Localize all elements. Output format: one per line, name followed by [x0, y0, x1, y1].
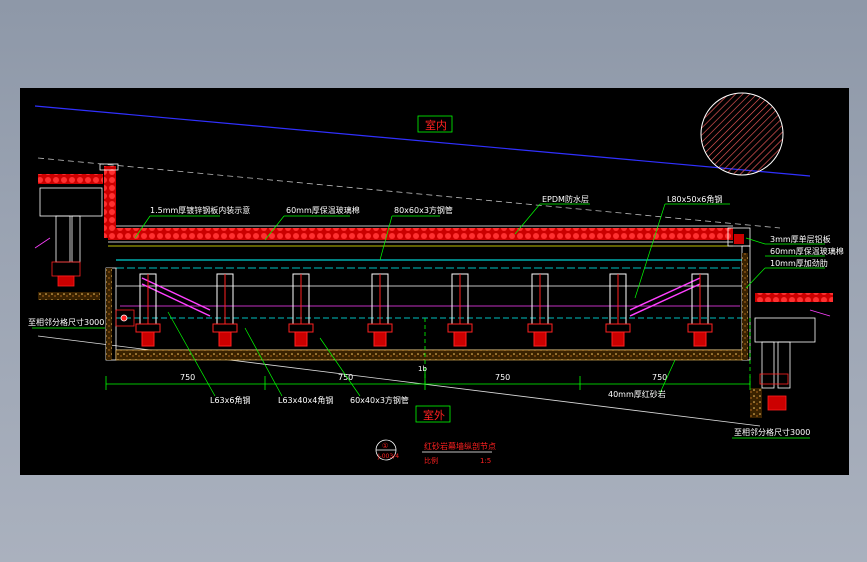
- left-parapet-insulation: [38, 174, 103, 184]
- note-aluminum-sheet: 3mm厚单层铝板: [770, 234, 831, 244]
- sloped-roof-line: [34, 105, 811, 177]
- note-epdm: EPDM防水层: [542, 194, 589, 204]
- dim-4: 750: [652, 373, 667, 382]
- left-side-assembly: [34, 187, 135, 327]
- note-angle-top: L80x50x6角钢: [667, 194, 722, 204]
- note-angle-l63-40-4: L63x40x4角钢: [278, 395, 333, 405]
- note-steel-sheet: 1.5mm厚镀锌钢板内装示意: [150, 205, 250, 215]
- title-block: ① J-003/4 红砂岩幕墙纵剖节点 比例 1:5: [375, 439, 496, 465]
- note-insulation-right: 60mm厚保温玻璃棉: [770, 246, 844, 256]
- dim-2: 750: [338, 373, 353, 382]
- title-scale: 1:5: [480, 457, 491, 465]
- right-side-assembly: [754, 309, 831, 411]
- section-drawing: 750 750 750 750 1b 室内 室外 1.5mm厚镀锌钢板内装示意 …: [28, 92, 844, 465]
- axis-mark: 1b: [418, 365, 427, 373]
- bracket-group: [135, 273, 713, 347]
- note-axis-right: 至相邻分格尺寸3000: [734, 427, 810, 437]
- note-square-tube-top: 80x60x3方钢管: [394, 205, 453, 215]
- title-circle-bottom: J-003/4: [377, 453, 399, 460]
- dim-3: 750: [495, 373, 510, 382]
- note-angle-l63-6: L63x6角钢: [210, 395, 250, 405]
- label-outdoor: 室外: [423, 408, 445, 422]
- note-stiffener: 10mm厚加劲肋: [770, 258, 828, 268]
- title-text: 红砂岩幕墙纵剖节点: [424, 441, 496, 451]
- dim-1: 750: [180, 373, 195, 382]
- cad-drawing-area: 750 750 750 750 1b 室内 室外 1.5mm厚镀锌钢板内装示意 …: [20, 88, 849, 475]
- note-insulation-top: 60mm厚保温玻璃棉: [286, 205, 360, 215]
- right-parapet-insulation: [755, 293, 833, 302]
- note-granite: 40mm厚红砂岩: [608, 389, 666, 399]
- granite-layer: [115, 349, 743, 361]
- note-axis-left: 至相邻分格尺寸3000: [28, 317, 104, 327]
- title-circle-top: ①: [382, 442, 388, 450]
- note-square-tube-bottom: 60x40x3方钢管: [350, 395, 409, 405]
- insulation-band: [108, 228, 733, 240]
- title-scale-label: 比例: [424, 456, 438, 465]
- detail-circle-hatch: [700, 92, 784, 176]
- label-indoor: 室内: [425, 118, 447, 132]
